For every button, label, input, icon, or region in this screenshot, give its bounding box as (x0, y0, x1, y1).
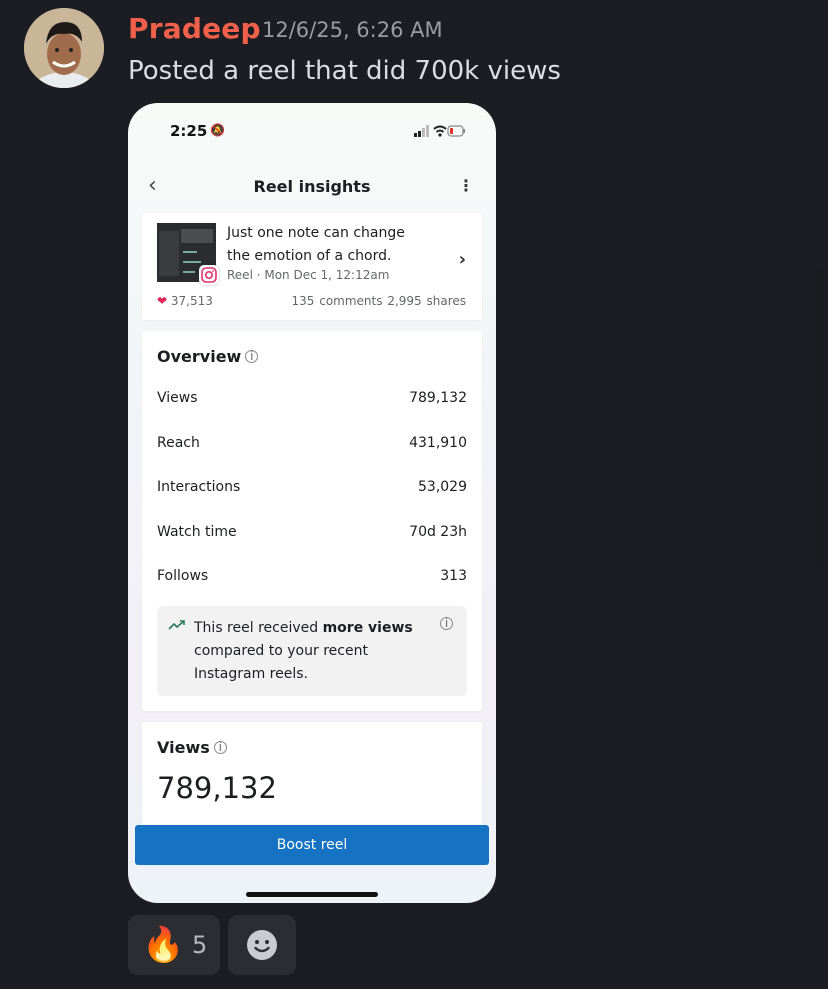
instagram-icon (199, 265, 219, 285)
message-text: Posted a reel that did 700k views (128, 56, 561, 86)
status-icons (414, 123, 466, 142)
insight-line: This reel received more views (194, 617, 424, 640)
metric-label: Follows (157, 568, 209, 584)
overview-title-text: Overview (157, 347, 242, 366)
insight-line: compared to your recent (194, 643, 368, 659)
metric-label: Watch time (157, 524, 237, 540)
home-indicator (246, 892, 378, 897)
overview-title: Overview i (157, 347, 259, 366)
views-title-text: Views (157, 738, 210, 757)
metric-row: Reach 431,910 (157, 435, 467, 451)
caption-line: Just one note can change (227, 225, 405, 241)
metric-value: 431,910 (409, 435, 467, 451)
metric-value: 313 (440, 568, 467, 584)
post-caption: Just one note can change the emotion of … (227, 222, 427, 268)
author-name[interactable]: Pradeep (128, 12, 261, 45)
metric-value: 53,029 (418, 479, 467, 495)
insight-pre: This reel received (194, 620, 323, 636)
metric-label: Interactions (157, 479, 241, 495)
info-icon[interactable]: i (213, 741, 227, 754)
metric-row: Watch time 70d 23h (157, 524, 467, 540)
engagement-stats: 135 comments 2,995 shares (292, 294, 467, 308)
likes-count: ❤ 37,513 (157, 294, 213, 308)
comments-count: 135 comments (291, 294, 383, 308)
avatar[interactable] (24, 8, 104, 88)
page-title: Reel insights (253, 177, 371, 196)
metric-row: Follows 313 (157, 568, 467, 584)
views-card: Views i 789,132 (142, 722, 482, 832)
insight-callout: This reel received more views compared t… (157, 606, 467, 696)
chevron-right-icon[interactable]: › (459, 249, 466, 270)
overview-card: Overview i Views 789,132 Reach 431,910 In… (142, 331, 482, 711)
insight-bold: more views (322, 620, 413, 636)
scrollbar[interactable] (817, 270, 824, 567)
battery-icon (447, 125, 465, 137)
metric-value: 789,132 (409, 390, 467, 406)
metric-label: Views (157, 390, 198, 406)
info-icon[interactable]: i (440, 617, 453, 630)
metric-label: Reach (157, 435, 200, 451)
bell-muted-icon: 🔕 (210, 123, 225, 137)
shares-count: 2,995 shares (387, 294, 466, 308)
metric-row: Views 789,132 (157, 390, 467, 406)
info-icon[interactable]: i (245, 350, 259, 363)
more-vertical-icon[interactable]: ⋮ (458, 176, 474, 195)
add-reaction-icon (247, 930, 277, 960)
views-total: 789,132 (157, 771, 277, 805)
wifi-icon (433, 125, 447, 137)
boost-reel-button[interactable]: Boost reel (135, 825, 489, 865)
metric-row: Interactions 53,029 (157, 479, 467, 495)
screenshot-attachment[interactable]: 2:25 🔕 ‹ Reel insights ⋮ Just one note c… (128, 103, 496, 903)
signal-icon (414, 125, 429, 137)
insight-line: Instagram reels. (194, 666, 308, 682)
reaction-fire[interactable]: 🔥 5 (128, 915, 220, 975)
post-meta: Reel · Mon Dec 1, 12:12am (227, 268, 390, 282)
post-card[interactable]: Just one note can change the emotion of … (142, 213, 482, 320)
reaction-count: 5 (192, 931, 208, 959)
insight-text: This reel received more views compared t… (194, 617, 424, 686)
heart-icon: ❤ (157, 294, 168, 308)
caption-line: the emotion of a chord. (227, 248, 392, 264)
fire-icon: 🔥 (142, 925, 185, 965)
status-time: 2:25 (170, 122, 208, 140)
views-title: Views i (157, 738, 227, 757)
add-reaction-button[interactable] (228, 915, 296, 975)
trending-up-icon (168, 617, 186, 635)
likes-value: 37,513 (170, 294, 213, 308)
metric-value: 70d 23h (409, 524, 467, 540)
message-timestamp: 12/6/25, 6:26 AM (262, 18, 443, 42)
